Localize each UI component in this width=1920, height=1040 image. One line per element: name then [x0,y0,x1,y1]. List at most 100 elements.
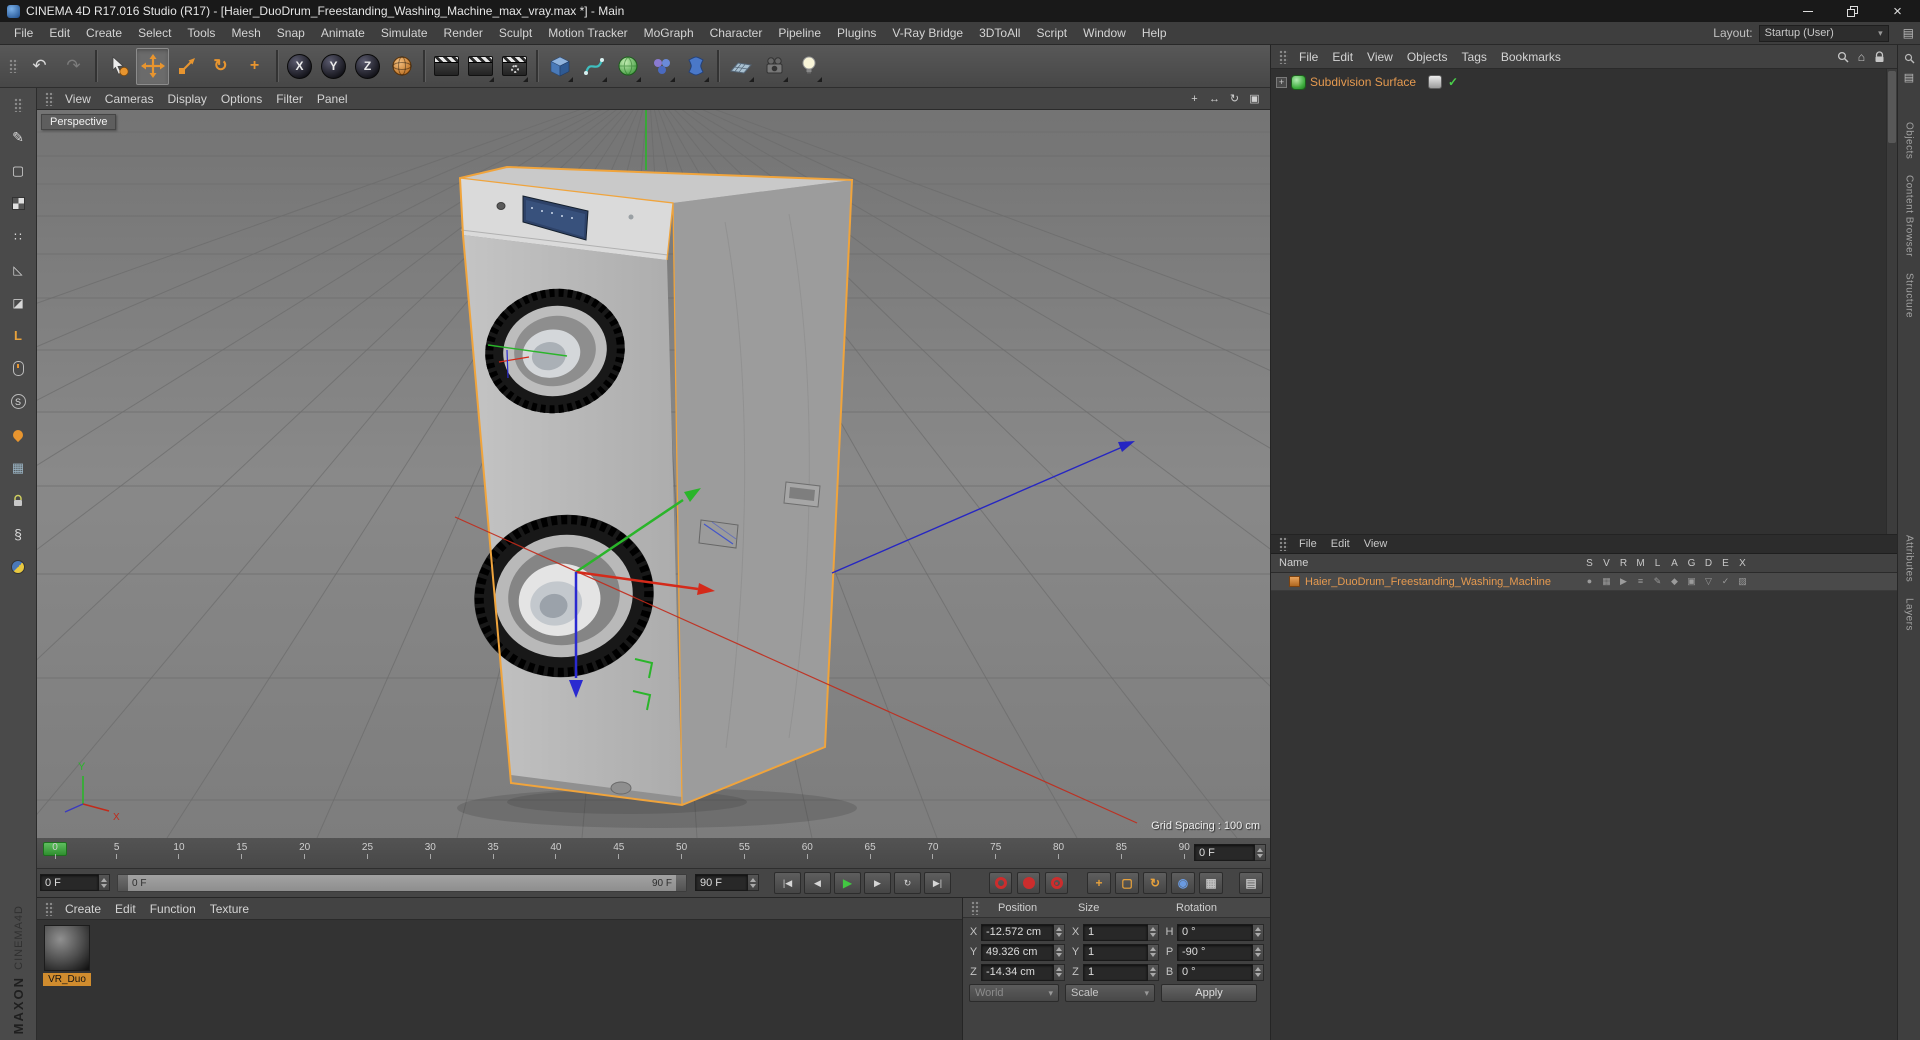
material-name[interactable]: VR_Duo [43,973,91,986]
object-row[interactable]: + Subdivision Surface ✓ [1276,73,1466,91]
redo-button[interactable]: ↷ [57,48,90,85]
size-x-field[interactable]: 1 [1083,923,1148,941]
add-camera-button[interactable] [758,48,791,85]
menu-item[interactable]: Edit [1325,49,1360,65]
pan-view-icon[interactable]: + [1186,91,1203,107]
side-tab[interactable]: Objects [1904,122,1915,159]
lock-toggle[interactable]: ✎ [1649,576,1666,587]
lock-x-axis-button[interactable]: X [283,48,316,85]
lock-z-axis-button[interactable]: Z [351,48,384,85]
record-keyframe-button[interactable] [989,872,1012,894]
expressions-toggle[interactable]: ✓ [1717,576,1734,587]
object-manager-grip[interactable] [1279,49,1288,64]
coordinate-system-button[interactable] [385,48,418,85]
edges-mode-button[interactable]: ◺ [4,257,32,282]
search-icon[interactable] [1901,50,1917,66]
rotate-view-icon[interactable]: ↻ [1226,91,1243,107]
column-header[interactable]: V [1598,554,1615,572]
previous-frame-button[interactable]: ◀ [804,872,831,894]
menu-item[interactable]: Help [1134,24,1175,42]
goto-start-button[interactable]: |◀ [774,872,801,894]
menu-item[interactable]: Plugins [829,24,884,42]
menu-item[interactable]: Pipeline [770,24,829,42]
object-tree[interactable]: + Subdivision Surface ✓ [1271,69,1897,534]
menu-item[interactable]: View [58,91,98,107]
add-light-button[interactable] [792,48,825,85]
menu-item[interactable]: File [1292,538,1324,550]
make-editable-button[interactable]: ✎ [4,125,32,150]
spinner[interactable] [1054,963,1065,981]
render-toggle[interactable]: ▶ [1615,576,1632,587]
menu-item[interactable]: Character [702,24,771,42]
menu-item[interactable]: File [1292,49,1325,65]
column-header[interactable]: D [1700,554,1717,572]
column-header[interactable]: M [1632,554,1649,572]
range-start-handle[interactable] [118,875,128,891]
python-button[interactable] [4,554,32,579]
side-tab[interactable]: Attributes [1904,535,1915,582]
size-z-field[interactable]: 1 [1083,963,1148,981]
scale-tool-button[interactable] [170,48,203,85]
column-header[interactable]: S [1581,554,1598,572]
paint-tool-button[interactable] [4,422,32,447]
render-settings-button[interactable] [498,48,531,85]
layer-name[interactable]: Haier_DuoDrum_Freestanding_Washing_Machi… [1305,576,1551,588]
material-list[interactable]: VR_Duo [37,920,962,1040]
interface-panel-icon[interactable]: ▤ [1903,26,1914,40]
om-scrollbar[interactable] [1886,69,1897,534]
render-picture-viewer-button[interactable] [464,48,497,85]
preview-range-slider[interactable]: 0 F 90 F [117,874,687,892]
key-position-button[interactable]: + [1087,872,1111,894]
menu-item[interactable]: Cameras [98,91,161,107]
texture-mode-button[interactable] [4,191,32,216]
position-x-field[interactable]: -12.572 cm [981,923,1054,941]
goto-end-button[interactable]: ▶| [924,872,951,894]
side-tab[interactable]: Structure [1904,273,1915,318]
washing-machine-model[interactable] [458,165,854,807]
undo-button[interactable]: ↶ [23,48,56,85]
menu-item[interactable]: File [6,24,41,42]
menu-item[interactable]: Edit [41,24,78,42]
add-environment-button[interactable] [724,48,757,85]
toolbar-grip[interactable] [9,59,18,73]
menu-item[interactable]: Window [1075,24,1134,42]
play-mode-button[interactable]: ↻ [894,872,921,894]
menu-item[interactable]: Filter [269,91,310,107]
object-name[interactable]: Subdivision Surface [1310,75,1416,89]
menu-item[interactable]: Sculpt [491,24,540,42]
search-icon[interactable] [1837,51,1849,63]
model-mode-button[interactable]: ▢ [4,158,32,183]
menu-item[interactable]: View [1360,49,1400,65]
play-button[interactable]: ▶ [834,872,861,894]
generators-toggle[interactable]: ▣ [1683,576,1700,587]
polygons-mode-button[interactable]: ◪ [4,290,32,315]
spinner[interactable] [1253,943,1264,961]
add-mograph-button[interactable] [645,48,678,85]
live-selection-button[interactable] [102,48,135,85]
menu-item[interactable]: Bookmarks [1494,49,1568,65]
scale-dropdown[interactable]: Scale ▾ [1065,984,1155,1002]
menu-item[interactable]: Render [436,24,491,42]
rotate-tool-button[interactable]: ↻ [204,48,237,85]
xref-toggle[interactable]: ▨ [1734,576,1751,587]
menu-item[interactable]: Snap [269,24,313,42]
key-pla-button[interactable]: ▦ [1199,872,1223,894]
menu-item[interactable]: Create [78,24,130,42]
lock-icon[interactable] [1874,50,1885,63]
menu-item[interactable]: MoGraph [636,24,702,42]
enabled-check-icon[interactable]: ✓ [1446,75,1460,89]
menu-item[interactable]: Animate [313,24,373,42]
layer-row[interactable]: Haier_DuoDrum_Freestanding_Washing_Machi… [1271,573,1897,591]
spline-smooth-button[interactable]: § [4,521,32,546]
column-header[interactable]: R [1615,554,1632,572]
rotation-b-field[interactable]: 0 ° [1177,963,1253,981]
home-icon[interactable]: ⌂ [1858,50,1865,64]
deformers-toggle[interactable]: ▽ [1700,576,1717,587]
last-tool-button[interactable]: + [238,48,271,85]
rotation-p-field[interactable]: -90 ° [1177,943,1253,961]
strip-grip[interactable] [4,92,32,117]
keyframe-selection-button[interactable] [1045,872,1068,894]
enable-axis-button[interactable]: L [4,323,32,348]
position-z-field[interactable]: -14.34 cm [981,963,1054,981]
range-end-spinner[interactable] [748,874,759,891]
